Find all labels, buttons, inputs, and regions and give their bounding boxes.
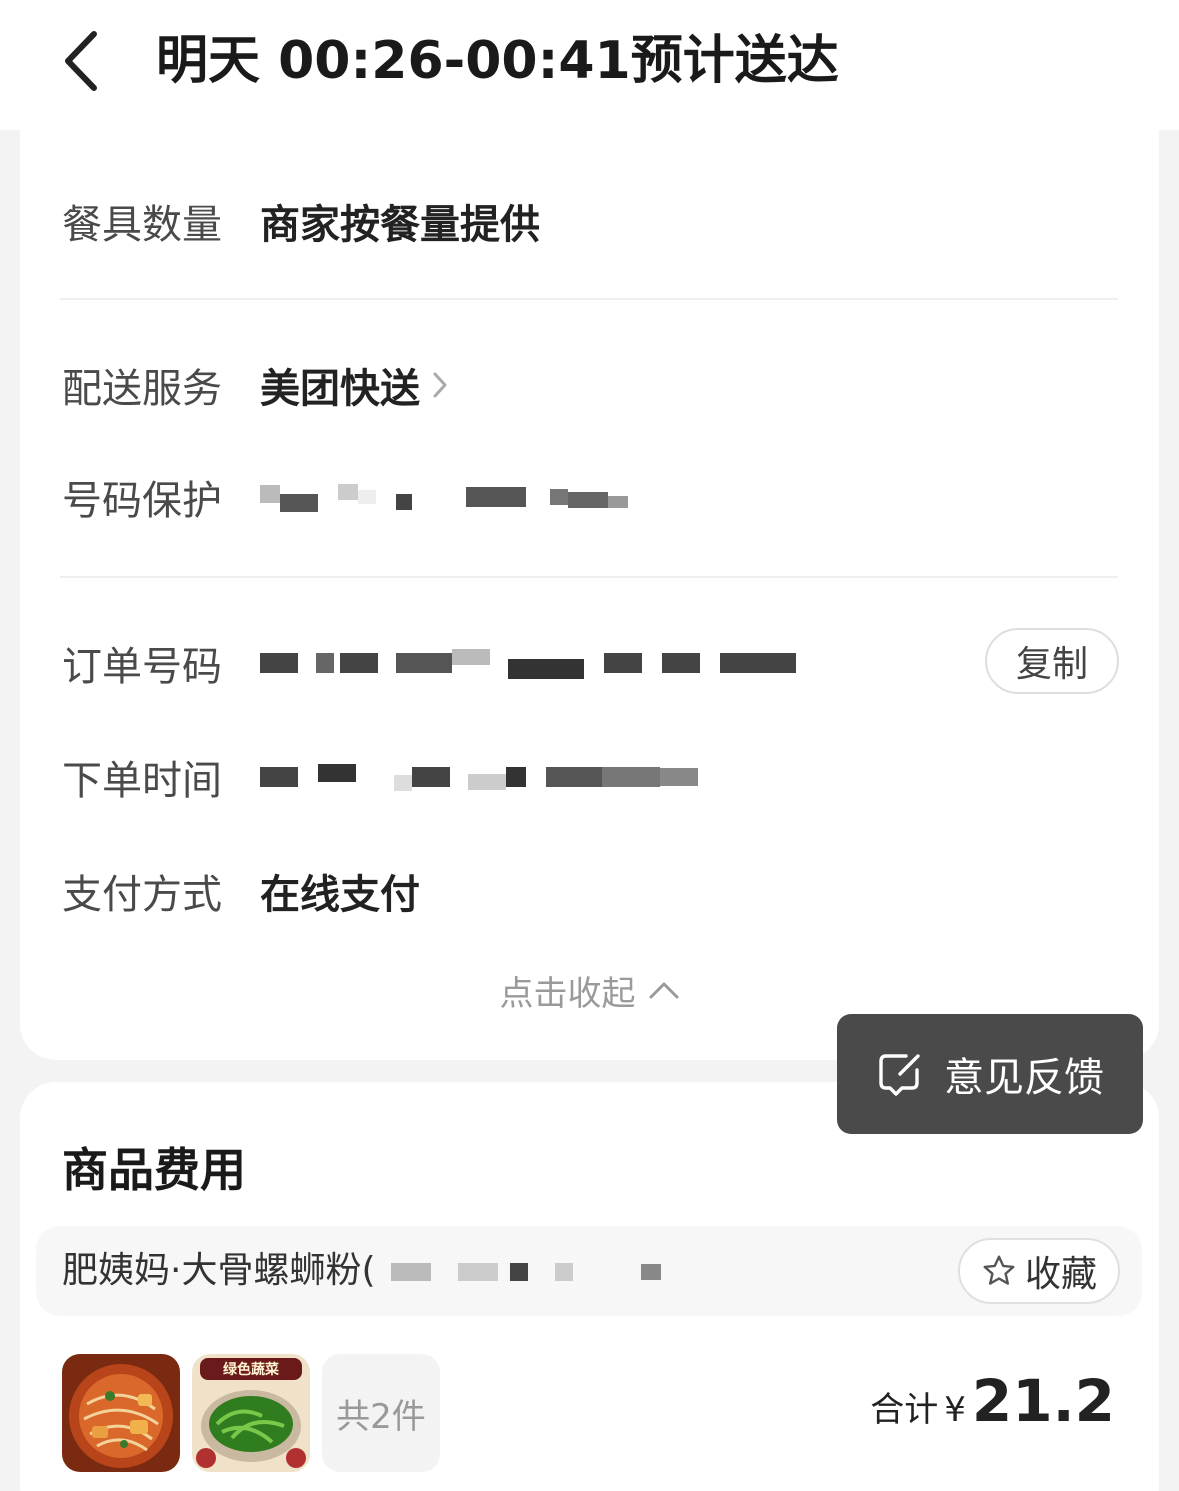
redacted-order-number bbox=[260, 643, 796, 683]
payment-value: 在线支付 bbox=[260, 872, 420, 918]
order-time-label: 下单时间 bbox=[62, 758, 222, 804]
section-title: 商品费用 bbox=[62, 1143, 246, 1197]
order-number-row: 订单号码 bbox=[62, 628, 796, 698]
tableware-value: 商家按餐量提供 bbox=[260, 202, 540, 248]
collapse-label: 点击收起 bbox=[499, 973, 636, 1014]
svg-text:绿色蔬菜: 绿色蔬菜 bbox=[223, 1361, 280, 1378]
feedback-label: 意见反馈 bbox=[944, 1055, 1104, 1101]
copy-button[interactable]: 复制 bbox=[985, 628, 1119, 694]
divider bbox=[60, 576, 1118, 578]
goods-thumbnail-vegetable[interactable]: 绿色蔬菜 bbox=[192, 1354, 310, 1472]
page-title: 明天 00:26-00:41预计送达 bbox=[156, 31, 839, 91]
total-label: 合计 bbox=[870, 1390, 939, 1430]
payment-row: 支付方式 在线支付 bbox=[62, 856, 420, 926]
tableware-row: 餐具数量 商家按餐量提供 bbox=[62, 186, 540, 256]
shop-name[interactable]: 肥姨妈·大骨螺蛳粉( bbox=[62, 1226, 661, 1316]
feedback-button[interactable]: 意见反馈 bbox=[837, 1014, 1143, 1134]
shop-name-text: 肥姨妈·大骨螺蛳粉( bbox=[62, 1250, 376, 1291]
back-button[interactable] bbox=[50, 28, 110, 94]
divider bbox=[60, 298, 1118, 300]
tableware-label: 餐具数量 bbox=[62, 202, 222, 248]
back-chevron-icon bbox=[65, 31, 97, 91]
star-icon bbox=[983, 1255, 1015, 1285]
total-amount: 21.2 bbox=[971, 1367, 1115, 1435]
delivery-label: 配送服务 bbox=[62, 366, 222, 412]
food-noodle-image bbox=[62, 1354, 180, 1472]
feedback-edit-icon bbox=[879, 1054, 920, 1096]
delivery-row[interactable]: 配送服务 美团快送 bbox=[62, 350, 450, 420]
currency-symbol: ¥ bbox=[944, 1390, 966, 1430]
shop-row[interactable]: 肥姨妈·大骨螺蛳粉( 收藏 bbox=[36, 1226, 1142, 1316]
payment-label: 支付方式 bbox=[62, 872, 222, 918]
order-number-label: 订单号码 bbox=[62, 644, 222, 690]
redacted-phone bbox=[260, 477, 628, 517]
chevron-right-icon bbox=[433, 372, 447, 398]
favorite-label: 收藏 bbox=[1024, 1254, 1097, 1295]
chevron-up-icon bbox=[649, 982, 678, 999]
number-protect-row: 号码保护 bbox=[62, 462, 628, 532]
collapse-toggle[interactable]: 点击收起 bbox=[20, 960, 1159, 1020]
total-price: 合计 ¥ 21.2 bbox=[870, 1367, 1115, 1447]
goods-fee-card: 商品费用 肥姨妈·大骨螺蛳粉( 收藏 绿色蔬菜 共2件 合计 ¥ 21.2 bbox=[20, 1082, 1159, 1491]
order-details-card: 餐具数量 商家按餐量提供 配送服务 美团快送 号码保护 订单号码 复制 下单时间… bbox=[20, 100, 1159, 1060]
goods-thumbnail-noodle[interactable] bbox=[62, 1354, 180, 1472]
food-vegetable-image: 绿色蔬菜 bbox=[192, 1354, 310, 1472]
order-time-row: 下单时间 bbox=[62, 742, 698, 812]
favorite-button[interactable]: 收藏 bbox=[958, 1238, 1120, 1304]
number-protect-label: 号码保护 bbox=[62, 478, 222, 524]
delivery-value[interactable]: 美团快送 bbox=[260, 356, 420, 414]
item-count[interactable]: 共2件 bbox=[322, 1354, 440, 1472]
redacted-order-time bbox=[260, 757, 698, 797]
